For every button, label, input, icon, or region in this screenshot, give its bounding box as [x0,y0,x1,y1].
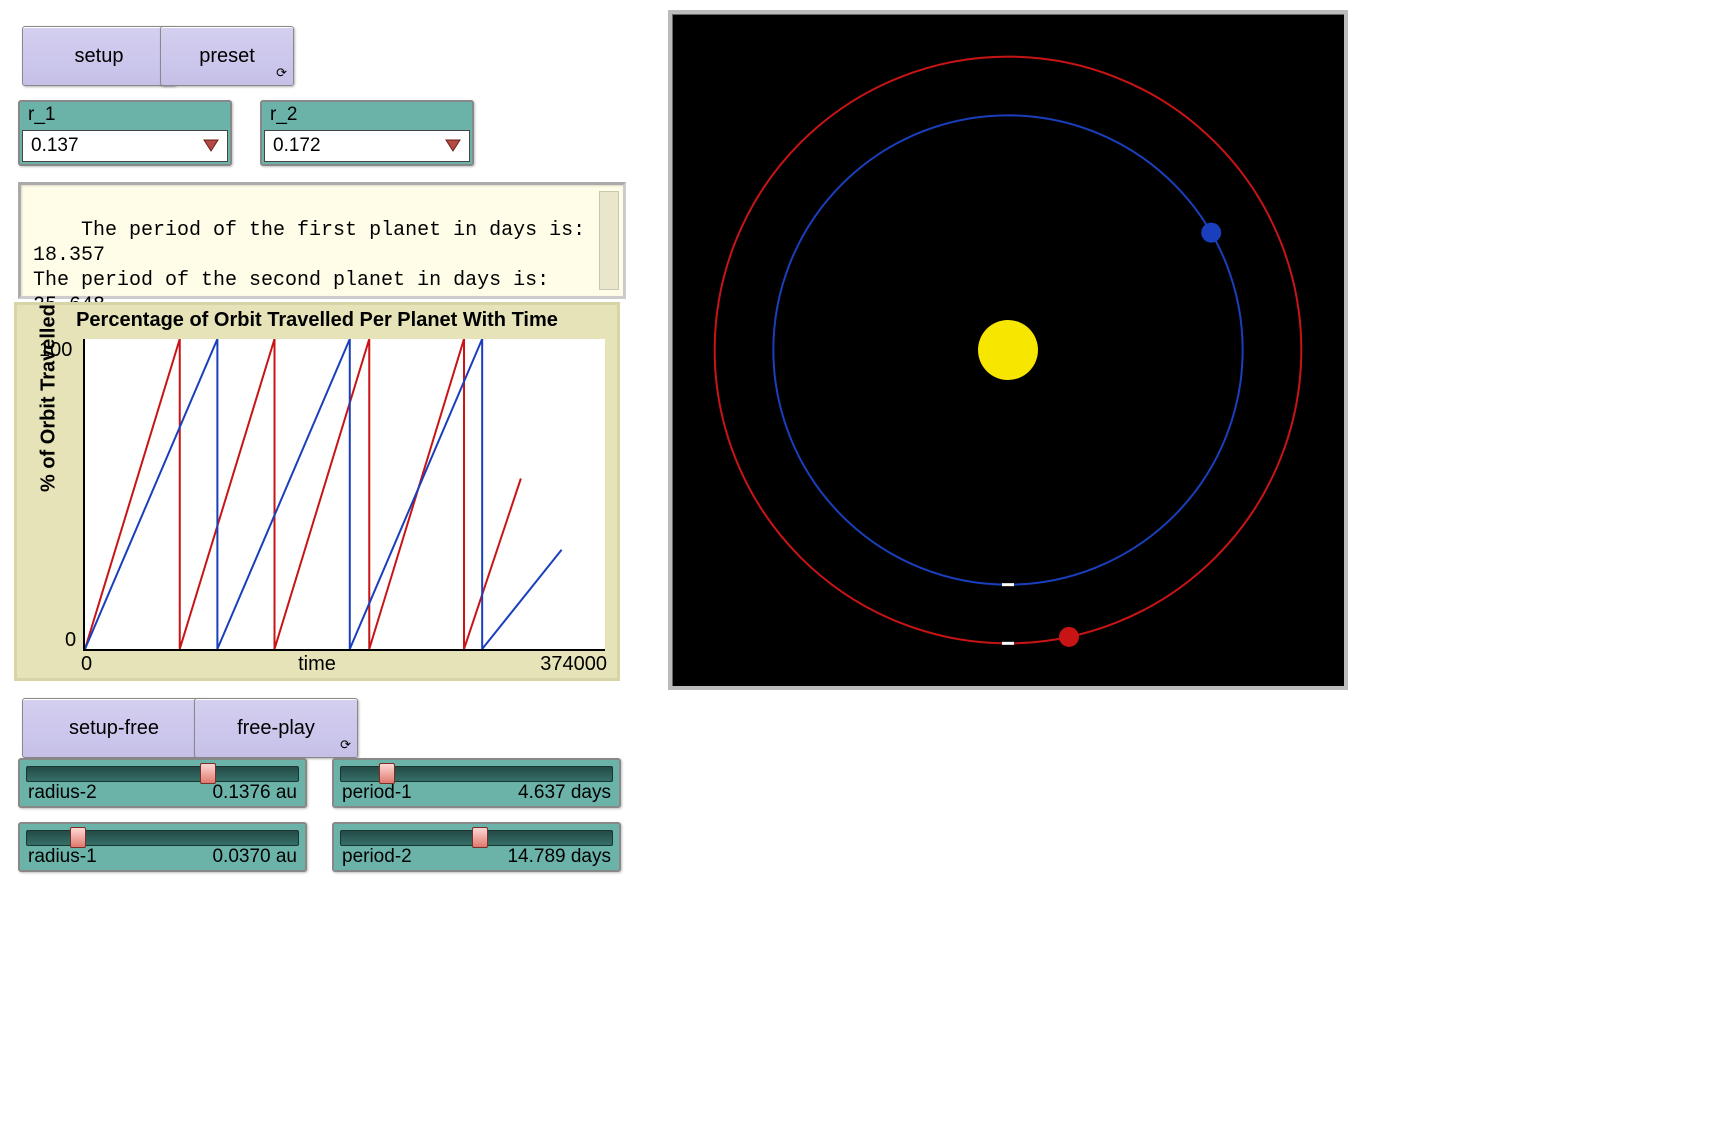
slider-thumb[interactable] [200,763,216,784]
slider-track [26,830,299,846]
slider-value: 14.789 days [507,846,611,868]
world-view [668,10,1348,690]
setup-button-label: setup [75,45,124,68]
plot-ymin-tick: 0 [65,629,76,652]
slider-label: period-1 [342,782,412,804]
preset-button-label: preset [199,45,255,68]
plot-title: Percentage of Orbit Travelled Per Planet… [17,305,617,332]
slider-thumb[interactable] [70,827,86,848]
plot-area [83,339,605,651]
plot-xmin-tick: 0 [81,653,92,676]
setup-button[interactable]: setup [22,26,176,86]
r2-dropdown-value: 0.172 [273,135,321,157]
chevron-down-icon [445,139,461,153]
free-play-button[interactable]: free-play ⟳ [194,698,358,758]
slider-label: radius-2 [28,782,97,804]
plot-ylabel: % of Orbit Travelled [38,304,61,492]
setup-free-button[interactable]: setup-free [22,698,206,758]
free-play-button-label: free-play [237,717,315,740]
slider-value: 0.0370 au [212,846,297,868]
r2-dropdown[interactable]: r_2 0.172 [260,100,474,166]
plot-svg [85,339,605,649]
radius-2-slider[interactable]: radius-2 0.1376 au [18,758,307,808]
plot-xlabel: time [298,653,336,676]
setup-free-button-label: setup-free [69,717,159,740]
slider-value: 4.637 days [518,782,611,804]
r1-dropdown-label: r_1 [20,102,230,128]
slider-track [26,766,299,782]
world-svg [672,14,1344,686]
slider-label: radius-1 [28,846,97,868]
slider-thumb[interactable] [472,827,488,848]
scrollbar[interactable] [599,191,619,290]
output-monitor: The period of the first planet in days i… [18,182,626,299]
refresh-icon: ⟳ [340,737,351,753]
r1-dropdown[interactable]: r_1 0.137 [18,100,232,166]
chevron-down-icon [203,139,219,153]
refresh-icon: ⟳ [276,65,287,81]
preset-button[interactable]: preset ⟳ [160,26,294,86]
orbit-percentage-plot: Percentage of Orbit Travelled Per Planet… [14,302,620,681]
period-2-slider[interactable]: period-2 14.789 days [332,822,621,872]
r1-dropdown-value: 0.137 [31,135,79,157]
slider-thumb[interactable] [379,763,395,784]
slider-label: period-2 [342,846,412,868]
period-1-slider[interactable]: period-1 4.637 days [332,758,621,808]
radius-1-slider[interactable]: radius-1 0.0370 au [18,822,307,872]
plot-xmax-tick: 374000 [540,653,607,676]
slider-value: 0.1376 au [212,782,297,804]
r2-dropdown-label: r_2 [262,102,472,128]
